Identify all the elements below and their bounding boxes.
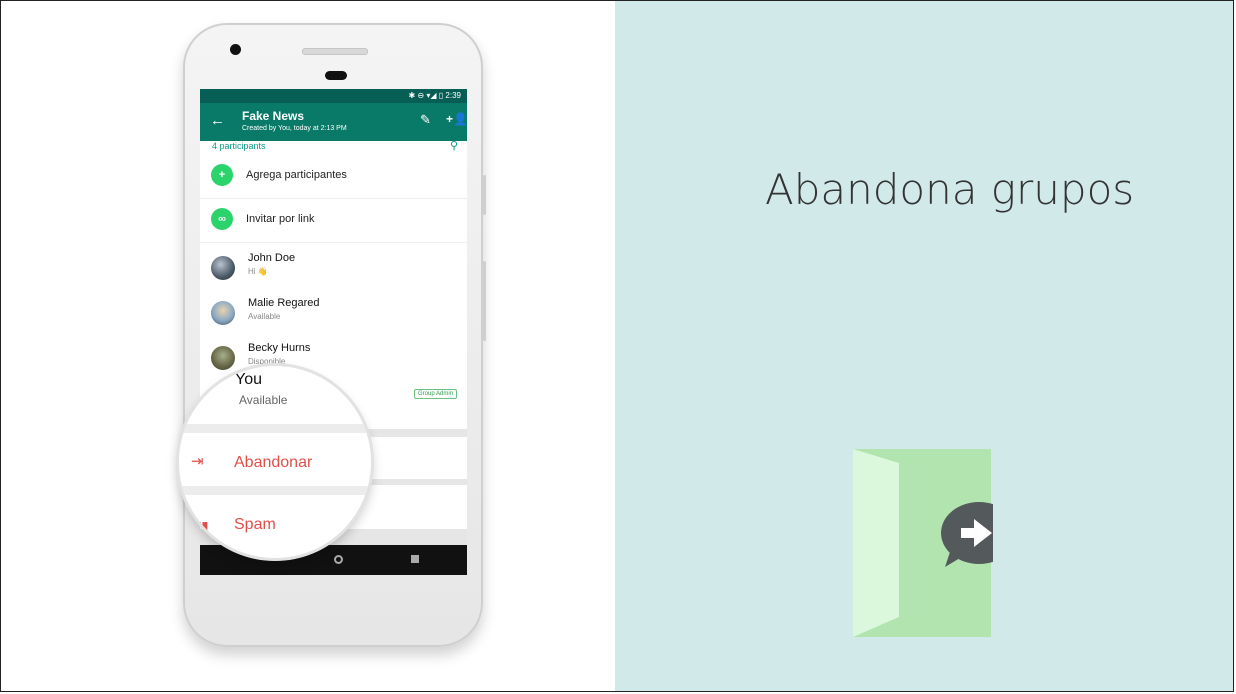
contact-status: Hi 👋 xyxy=(248,267,268,276)
report-spam-icon: ▮▮ xyxy=(195,519,209,533)
avatar xyxy=(211,256,235,280)
you-status: Available xyxy=(239,393,288,407)
volume-button xyxy=(483,175,486,215)
contact-name: Malie Regared xyxy=(248,297,320,309)
left-panel: ✱ ⊖ ▾◢ ▯ 2:39 ← Fake News Created by You… xyxy=(1,1,615,691)
add-participants-row[interactable]: + Agrega participantes xyxy=(200,154,467,199)
add-participants-label: Agrega participantes xyxy=(246,169,347,181)
search-icon[interactable]: ⚲ xyxy=(450,139,458,152)
report-spam-button[interactable]: Spam xyxy=(234,516,276,534)
magnifier-lens: You Available ⇥ Abandonar ▮▮ Spam xyxy=(179,366,371,558)
proximity-sensor xyxy=(325,71,347,80)
status-icons: ✱ ⊖ ▾◢ ▯ xyxy=(408,91,446,100)
add-person-icon: + xyxy=(211,164,233,186)
avatar xyxy=(211,301,235,325)
participants-count: 4 participants xyxy=(212,141,266,151)
contact-status: Disponible xyxy=(248,357,286,366)
earpiece-speaker xyxy=(302,48,368,55)
avatar xyxy=(211,346,235,370)
home-button-icon[interactable] xyxy=(334,555,343,564)
exit-group-icon: ⇥ xyxy=(191,453,204,470)
section-divider xyxy=(179,486,371,495)
you-name: You xyxy=(235,371,262,388)
exit-door-illustration xyxy=(853,449,993,637)
link-icon: ∞ xyxy=(211,208,233,230)
add-participant-icon[interactable]: +👤 xyxy=(446,112,467,126)
group-subtitle: Created by You, today at 2:13 PM xyxy=(242,125,347,132)
contact-name: John Doe xyxy=(248,252,296,264)
invite-link-row[interactable]: ∞ Invitar por link xyxy=(200,198,467,243)
status-time: 2:39 xyxy=(445,91,461,100)
contact-row[interactable]: Malie Regared Available xyxy=(200,290,467,334)
slide: ✱ ⊖ ▾◢ ▯ 2:39 ← Fake News Created by You… xyxy=(0,0,1234,692)
power-button xyxy=(483,261,486,341)
group-admin-badge: Group Admin xyxy=(414,389,458,399)
open-door-panel xyxy=(853,449,899,637)
status-bar: ✱ ⊖ ▾◢ ▯ 2:39 xyxy=(200,89,467,103)
slide-heading: Abandona grupos xyxy=(765,165,1135,214)
edit-pencil-icon[interactable]: ✎ xyxy=(420,112,431,128)
invite-link-label: Invitar por link xyxy=(246,213,315,225)
front-camera-icon xyxy=(230,44,241,55)
back-arrow-icon[interactable]: ← xyxy=(210,112,225,129)
recent-apps-icon[interactable] xyxy=(411,555,419,563)
group-title: Fake News xyxy=(242,109,305,123)
leave-group-button[interactable]: Abandonar xyxy=(234,454,312,472)
contact-name: Becky Hurns xyxy=(248,342,311,354)
section-divider xyxy=(179,424,371,433)
app-bar: ← Fake News Created by You, today at 2:1… xyxy=(200,103,467,141)
contact-row[interactable]: John Doe Hi 👋 xyxy=(200,245,467,289)
phone-mockup: ✱ ⊖ ▾◢ ▯ 2:39 ← Fake News Created by You… xyxy=(183,23,486,647)
contact-status: Available xyxy=(248,312,281,321)
